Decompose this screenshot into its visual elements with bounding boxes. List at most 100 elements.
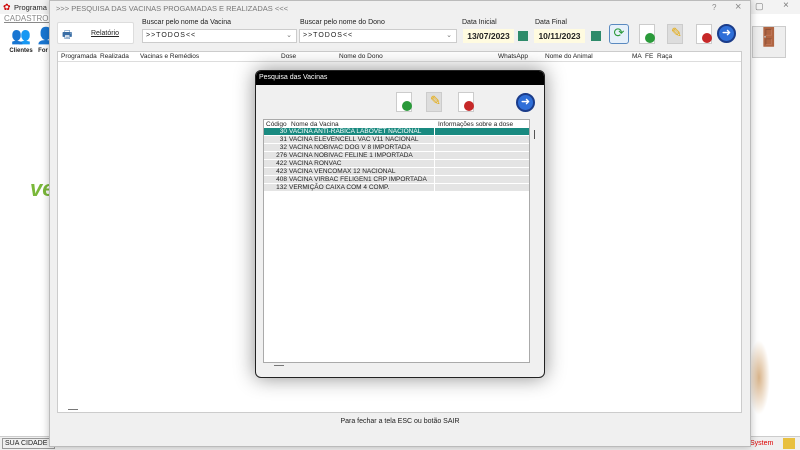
dialog-next-button[interactable]: ➜ xyxy=(516,93,535,112)
row-name: VERMIÇÃO CAIXA COM 4 COMP. xyxy=(289,184,390,191)
edit-button[interactable]: ✎ xyxy=(667,24,683,44)
refresh-icon: ⟳ xyxy=(613,25,625,40)
start-date-label: Data Inicial xyxy=(462,19,497,26)
vaccine-row[interactable]: 423 VACINA VENCOMAX 12 NACIONAL xyxy=(264,168,529,176)
col-programada: Programada xyxy=(61,53,97,60)
row-code: 408 xyxy=(276,176,287,183)
owner-search-combo[interactable]: >>TODOS<< ⌄ xyxy=(299,29,457,43)
row-code: 132 xyxy=(276,184,287,191)
vaccine-list-grid[interactable]: Código Nome da Vacina Informações sobre … xyxy=(263,119,535,366)
row-code: 31 xyxy=(279,136,287,143)
row-code: 422 xyxy=(276,160,287,167)
window-close-button[interactable]: × xyxy=(735,1,741,13)
vaccine-search-value: >>TODOS<< xyxy=(146,32,197,39)
calendar-icon xyxy=(783,438,795,449)
row-name: VACINA VIRBAC FELIGEN1 CRP IMPORTADA xyxy=(289,176,427,183)
row-code: 30 xyxy=(279,128,287,135)
row-name: VACINA NOBIVAC FELINE 1 IMPORTADA xyxy=(289,152,413,159)
status-system: System xyxy=(750,440,774,447)
col-fe: FE xyxy=(645,53,654,60)
col-whatsapp: WhatsApp xyxy=(498,53,528,60)
end-calendar-icon[interactable] xyxy=(591,31,601,41)
col-ma: MA xyxy=(632,53,642,60)
end-date-label: Data Final xyxy=(535,19,567,26)
row-info xyxy=(434,176,529,184)
col-vacinas: Vacinas e Remédios xyxy=(140,53,200,60)
vaccine-row[interactable]: 276 VACINA NOBIVAC FELINE 1 IMPORTADA xyxy=(264,152,529,160)
status-city: SUA CIDADE - xyxy=(2,438,55,449)
dialog-edit-button[interactable]: ✎ xyxy=(426,92,442,112)
arrow-right-icon: ➜ xyxy=(520,96,531,108)
menu-cadastros[interactable]: CADASTROS xyxy=(4,14,54,23)
row-code: 423 xyxy=(276,168,287,175)
dog-image xyxy=(748,340,770,415)
vaccine-row[interactable]: 422 VACINA RONVAC xyxy=(264,160,529,168)
vaccine-picker-dialog: Pesquisa das Vacinas ✎ ➜ Código Nome da … xyxy=(255,70,545,378)
owner-search-label: Buscar pelo nome do Dono xyxy=(300,19,385,26)
vaccine-search-combo[interactable]: >>TODOS<< ⌄ xyxy=(142,29,297,43)
row-info xyxy=(434,136,529,144)
report-button[interactable]: 🖶 Relatório xyxy=(57,22,134,44)
delete-icon xyxy=(464,101,474,111)
row-code: 276 xyxy=(276,152,287,159)
arrow-right-icon: ➜ xyxy=(721,27,732,39)
delete-icon xyxy=(702,33,712,43)
row-info xyxy=(434,184,529,192)
chevron-down-icon: ⌄ xyxy=(446,32,453,39)
dialog-delete-button[interactable] xyxy=(458,92,474,112)
dialog-title: Pesquisa das Vacinas xyxy=(256,71,544,85)
owner-search-value: >>TODOS<< xyxy=(303,32,354,39)
vaccine-row[interactable]: 31 VACINA ELEVENCELL VAC V11 NACIONAL xyxy=(264,136,529,144)
toolbar-fornecedores[interactable]: 👤 For xyxy=(36,26,50,60)
row-code: 32 xyxy=(279,144,287,151)
app-close-button[interactable]: × xyxy=(783,0,789,11)
col-dono: Nome do Dono xyxy=(339,53,383,60)
col-animal: Nome do Animal xyxy=(545,53,593,60)
row-name: VACINA NOBIVAC DOG V 8 IMPORTADA xyxy=(289,144,411,151)
window-title: >>> PESQUISA DAS VACINAS PROGAMADAS E RE… xyxy=(56,4,289,13)
grid-marker xyxy=(274,365,284,366)
col-codigo: Código xyxy=(266,121,287,128)
dialog-add-button[interactable] xyxy=(396,92,412,112)
delete-button[interactable] xyxy=(696,24,712,44)
col-raca: Raça xyxy=(657,53,673,60)
start-date-input[interactable]: 13/07/2023 xyxy=(463,29,514,43)
pencil-icon: ✎ xyxy=(671,25,682,40)
row-info xyxy=(434,144,529,152)
row-info xyxy=(434,160,529,168)
row-info xyxy=(434,168,529,176)
row-name: VACINA ANTI-RABICA LABOVET NACIONAL xyxy=(289,128,422,135)
help-button[interactable]: ? xyxy=(712,3,716,12)
row-info xyxy=(434,152,529,160)
exit-button[interactable]: 🚪 xyxy=(752,26,786,58)
grid-marker xyxy=(68,409,78,410)
person-icon: 👤 xyxy=(36,28,50,45)
row-name: VACINA VENCOMAX 12 NACIONAL xyxy=(289,168,396,175)
printer-icon: 🖶 xyxy=(62,29,73,41)
start-calendar-icon[interactable] xyxy=(518,31,528,41)
vaccine-row[interactable]: 30 VACINA ANTI-RABICA LABOVET NACIONAL xyxy=(264,128,529,136)
footer-hint: Para fechar a tela ESC ou botão SAIR xyxy=(340,418,460,425)
refresh-button[interactable]: ⟳ xyxy=(609,24,629,44)
end-date-input[interactable]: 10/11/2023 xyxy=(534,29,585,43)
vaccine-search-label: Buscar pelo nome da Vacina xyxy=(142,19,231,26)
plus-icon xyxy=(645,33,655,43)
toolbar-clientes[interactable]: 👥 Clientes xyxy=(3,26,39,60)
row-name: VACINA RONVAC xyxy=(289,160,342,167)
vaccine-row[interactable]: 408 VACINA VIRBAC FELIGEN1 CRP IMPORTADA xyxy=(264,176,529,184)
scrollbar[interactable] xyxy=(534,130,535,139)
vaccine-row[interactable]: 132 VERMIÇÃO CAIXA COM 4 COMP. xyxy=(264,184,529,192)
row-info xyxy=(434,128,529,136)
row-name: VACINA ELEVENCELL VAC V11 NACIONAL xyxy=(289,136,419,143)
col-info-dose: Informações sobre a dose xyxy=(438,121,514,128)
paw-icon: ✿ xyxy=(3,2,11,12)
exit-door-icon: 🚪 xyxy=(757,27,781,47)
people-icon: 👥 xyxy=(11,28,31,45)
restore-button[interactable]: ▢ xyxy=(755,1,764,12)
col-realizada: Realizada xyxy=(100,53,129,60)
add-button[interactable] xyxy=(639,24,655,44)
col-nome-vacina: Nome da Vacina xyxy=(291,121,339,128)
next-button[interactable]: ➜ xyxy=(717,24,736,43)
vaccine-row[interactable]: 32 VACINA NOBIVAC DOG V 8 IMPORTADA xyxy=(264,144,529,152)
chevron-down-icon: ⌄ xyxy=(286,32,293,39)
